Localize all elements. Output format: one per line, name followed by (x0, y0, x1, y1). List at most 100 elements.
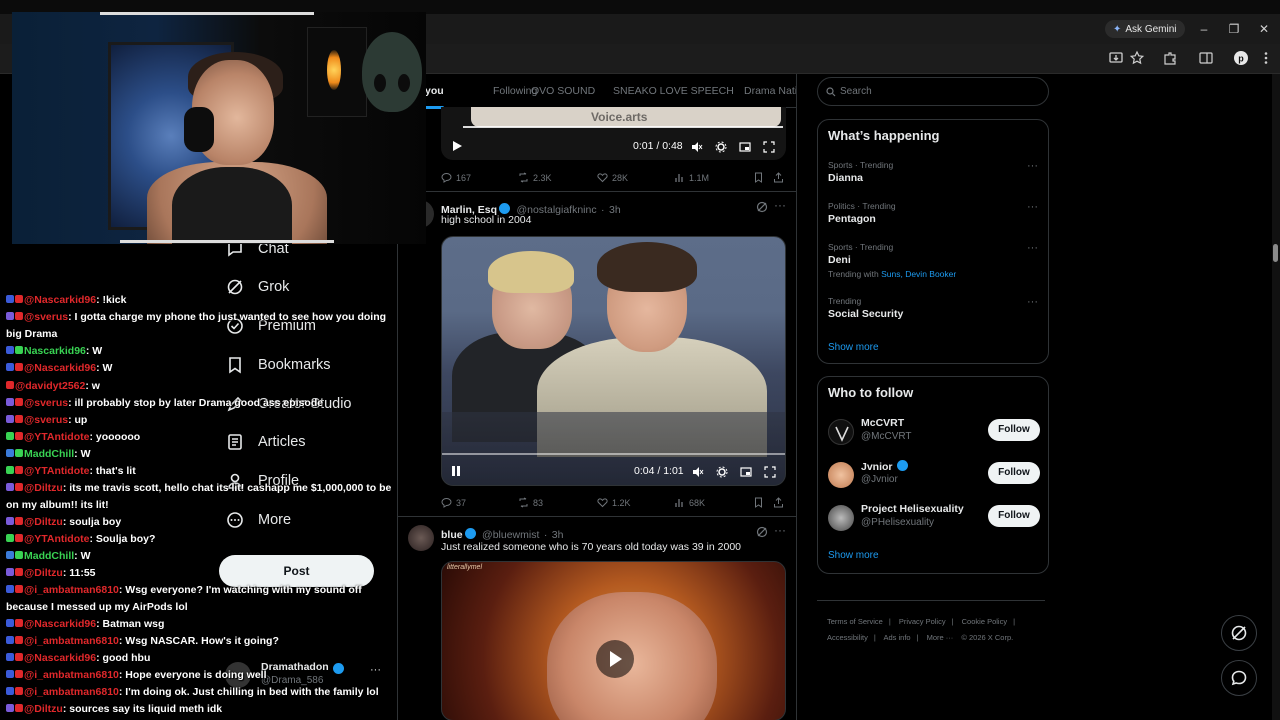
tweet-video[interactable]: litterallymel (441, 561, 786, 720)
streamer-shirt (172, 167, 292, 244)
play-icon[interactable] (451, 140, 463, 152)
follow-suggestion[interactable]: Project Helisexuality @PHelisexuality Fo… (828, 503, 1040, 537)
repost-button[interactable]: 2.3K (518, 172, 552, 183)
avatar (828, 419, 854, 445)
like-button[interactable]: 1.2K (597, 497, 631, 508)
trend-related-links[interactable]: Suns, Devin Booker (881, 269, 956, 279)
chat-text: : I'm doing ok. Just chilling in bed wit… (118, 686, 379, 698)
reply-button[interactable]: 37 (441, 497, 466, 508)
picture-in-picture-icon[interactable] (739, 141, 751, 153)
share-icon[interactable] (773, 497, 784, 508)
video-progress-bar[interactable] (463, 126, 783, 128)
chat-badge-icon (6, 312, 14, 320)
video-player[interactable]: Voice.arts 0:01 / 0:48 (441, 107, 786, 160)
tweet-author-name[interactable]: blue (441, 529, 463, 541)
video-frame-desk (442, 412, 785, 485)
follow-button[interactable]: Follow (988, 505, 1040, 527)
pause-icon[interactable] (450, 465, 462, 477)
follow-button[interactable]: Follow (988, 462, 1040, 484)
footer-terms[interactable]: Terms of Service (827, 617, 883, 626)
tweet-time[interactable]: 3h (552, 529, 564, 541)
ask-gemini-button[interactable]: ✦ Ask Gemini (1105, 20, 1185, 38)
more-options-icon[interactable]: ··· (774, 198, 786, 212)
grok-icon[interactable] (756, 201, 768, 213)
follow-button[interactable]: Follow (988, 419, 1040, 441)
trend-more-icon[interactable]: ··· (1027, 242, 1038, 254)
verified-badge-icon (896, 460, 908, 471)
follow-suggestion[interactable]: McCVRT @McCVRT Follow (828, 417, 1040, 451)
page-scrollbar[interactable] (1272, 74, 1280, 720)
play-button[interactable] (596, 640, 634, 678)
tab-drama-nation[interactable]: Drama Nati (744, 85, 796, 97)
picture-in-picture-icon[interactable] (740, 466, 752, 478)
grok-floating-button[interactable] (1221, 615, 1257, 651)
chat-text: : ill probably stop by later Drama good … (68, 397, 324, 409)
fullscreen-icon[interactable] (763, 141, 775, 153)
tweet-author-handle[interactable]: @bluewmist (482, 529, 539, 541)
extensions-icon[interactable] (1162, 50, 1178, 66)
close-window-button[interactable]: ✕ (1255, 20, 1273, 38)
tweet-video[interactable]: 0:04 / 1:01 (441, 236, 786, 486)
fullscreen-icon[interactable] (764, 466, 776, 478)
chat-badge-icon (6, 636, 14, 644)
trend-item[interactable]: Sports · Trending Dianna (828, 160, 1038, 184)
footer-accessibility[interactable]: Accessibility (827, 633, 868, 642)
trend-more-icon[interactable]: ··· (1027, 296, 1038, 308)
chat-text: : W (74, 550, 91, 562)
follow-suggestion[interactable]: Jvnior @Jvnior Follow (828, 460, 1040, 494)
chat-badge-icon (6, 415, 14, 423)
repost-button[interactable]: 83 (518, 497, 543, 508)
more-options-icon[interactable]: ··· (774, 523, 786, 537)
tab-sneako-love-speech[interactable]: SNEAKO LOVE SPEECH (613, 85, 734, 97)
grok-icon[interactable] (756, 526, 768, 538)
scrollbar-thumb[interactable] (1273, 244, 1278, 262)
footer-ads-info[interactable]: Ads info (883, 633, 910, 642)
mute-icon[interactable] (692, 466, 704, 478)
trend-item[interactable]: Trending Social Security (828, 296, 1038, 320)
profile-avatar-icon[interactable]: p (1233, 50, 1249, 66)
trend-category: Sports · Trending (828, 160, 894, 170)
show-more-link[interactable]: Show more (828, 550, 879, 561)
trend-title: Dianna (828, 172, 864, 184)
footer-more[interactable]: More ··· (927, 633, 954, 642)
view-count: 1.1M (689, 172, 710, 183)
tweet-time[interactable]: 3h (609, 204, 621, 216)
trend-more-icon[interactable]: ··· (1027, 160, 1038, 172)
chat-username: @Diltzu (24, 482, 63, 494)
views-button[interactable]: 68K (674, 497, 705, 508)
install-app-icon[interactable] (1108, 50, 1124, 66)
bookmark-star-icon[interactable] (1129, 50, 1145, 66)
share-icon[interactable] (773, 172, 784, 183)
minimize-button[interactable]: – (1195, 20, 1213, 38)
avatar[interactable] (408, 525, 434, 551)
chat-badge-icon (6, 551, 14, 559)
messages-floating-button[interactable] (1221, 660, 1257, 696)
webcam-background-light (327, 50, 341, 90)
reading-list-icon[interactable] (1198, 50, 1214, 66)
restore-button[interactable]: ❐ (1225, 20, 1243, 38)
trend-item[interactable]: Sports · Trending Deni Trending with Sun… (828, 242, 1038, 279)
bookmark-icon[interactable] (753, 497, 764, 508)
footer-privacy[interactable]: Privacy Policy (899, 617, 946, 626)
trend-item[interactable]: Politics · Trending Pentagon (828, 201, 1038, 225)
footer-cookie[interactable]: Cookie Policy (962, 617, 1007, 626)
video-watermark: Voice.arts (591, 110, 648, 124)
tab-for-you[interactable]: you (425, 85, 444, 97)
views-button[interactable]: 1.1M (674, 172, 709, 183)
chat-badge-icon (6, 619, 14, 627)
search-input[interactable]: Search (817, 77, 1049, 106)
mute-icon[interactable] (691, 141, 703, 153)
settings-gear-icon[interactable] (716, 466, 728, 478)
like-button[interactable]: 28K (597, 172, 628, 183)
settings-gear-icon[interactable] (715, 141, 727, 153)
whats-happening-card: What’s happening Sports · Trending Diann… (817, 119, 1049, 364)
video-progress-bar[interactable] (442, 453, 785, 455)
chat-text: : !kick (96, 294, 127, 306)
browser-menu-icon[interactable] (1258, 50, 1274, 66)
tab-ovo-sound[interactable]: OVO SOUND (531, 85, 595, 97)
chat-text: : soulja boy (62, 516, 122, 528)
bookmark-icon[interactable] (753, 172, 764, 183)
trend-more-icon[interactable]: ··· (1027, 201, 1038, 213)
show-more-link[interactable]: Show more (828, 342, 879, 353)
reply-button[interactable]: 167 (441, 172, 471, 183)
